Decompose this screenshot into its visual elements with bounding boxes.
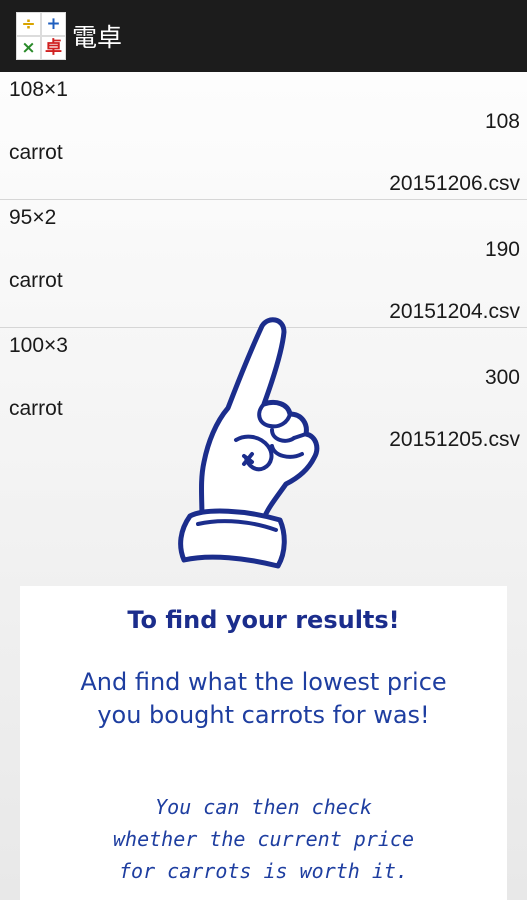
tutorial-panel: To find your results! And find what the … [20, 586, 507, 900]
pointing-hand-icon [178, 317, 320, 569]
record-item: carrot [9, 269, 63, 292]
tutorial-note-line: whether the current price [112, 827, 415, 851]
record-expression: 108×1 [9, 78, 68, 101]
tutorial-body: And find what the lowest price you bough… [20, 666, 507, 732]
history-record[interactable]: 108×1 108 carrot 20151206.csv [0, 72, 527, 200]
calculator-app-icon: ÷ + × 卓 [16, 12, 66, 60]
record-total: 300 [484, 366, 520, 389]
tutorial-note: You can then check whether the current p… [20, 791, 507, 887]
tutorial-note-line: You can then check [155, 795, 372, 819]
record-file: 20151205.csv [389, 428, 520, 451]
action-bar: ÷ + × 卓 電卓 [0, 0, 527, 72]
divide-icon: ÷ [17, 13, 40, 35]
tutorial-heading: To find your results! [127, 606, 400, 634]
record-total: 108 [484, 110, 520, 133]
record-item: carrot [9, 397, 63, 420]
record-expression: 100×3 [9, 334, 68, 357]
kanji-icon: 卓 [42, 37, 65, 59]
record-file: 20151206.csv [389, 172, 520, 195]
record-total: 190 [484, 238, 520, 261]
app-title: 電卓 [72, 23, 123, 52]
tutorial-note-line: for carrots is worth it. [119, 859, 408, 883]
record-expression: 95×2 [9, 206, 57, 229]
record-file: 20151204.csv [389, 300, 520, 323]
multiply-icon: × [17, 37, 40, 59]
tutorial-body-line: And find what the lowest price [80, 668, 447, 696]
record-item: carrot [9, 141, 63, 164]
plus-icon: + [42, 13, 65, 35]
tutorial-body-line: you bought carrots for was! [97, 701, 430, 729]
history-record[interactable]: 95×2 190 carrot 20151204.csv [0, 200, 527, 328]
